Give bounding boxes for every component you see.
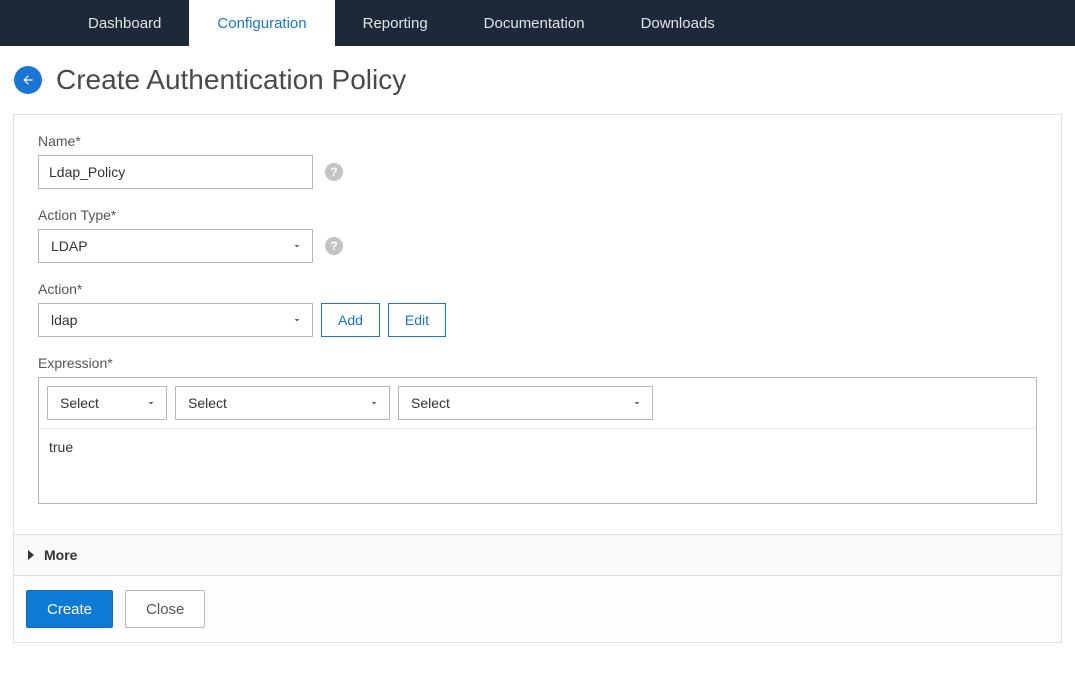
footer-bar: Create Close	[13, 576, 1062, 643]
edit-button[interactable]: Edit	[388, 303, 446, 337]
nav-downloads[interactable]: Downloads	[613, 0, 743, 46]
caret-right-icon	[28, 550, 36, 560]
more-toggle[interactable]: More	[13, 534, 1062, 576]
nav-documentation[interactable]: Documentation	[456, 0, 613, 46]
page-header: Create Authentication Policy	[0, 46, 1075, 114]
action-label: Action*	[38, 281, 1037, 297]
back-button[interactable]	[14, 66, 42, 94]
close-button[interactable]: Close	[125, 590, 205, 628]
more-label: More	[44, 547, 77, 563]
name-label: Name*	[38, 133, 1037, 149]
form-area: Name* ? Action Type* LDAP ? Action* ldap…	[13, 114, 1062, 534]
help-icon[interactable]: ?	[325, 237, 343, 255]
create-button[interactable]: Create	[26, 590, 113, 628]
expression-box: Select Select Select	[38, 377, 1037, 504]
action-type-select[interactable]: LDAP	[38, 229, 313, 263]
arrow-left-icon	[21, 73, 35, 87]
nav-dashboard[interactable]: Dashboard	[60, 0, 189, 46]
nav-reporting[interactable]: Reporting	[335, 0, 456, 46]
expression-select-2[interactable]: Select	[175, 386, 390, 420]
expression-select-3[interactable]: Select	[398, 386, 653, 420]
nav-configuration[interactable]: Configuration	[189, 0, 334, 46]
expression-label: Expression*	[38, 355, 1037, 371]
page-title: Create Authentication Policy	[56, 64, 406, 96]
expression-select-1[interactable]: Select	[47, 386, 167, 420]
add-button[interactable]: Add	[321, 303, 380, 337]
action-type-label: Action Type*	[38, 207, 1037, 223]
action-select[interactable]: ldap	[38, 303, 313, 337]
name-input[interactable]	[38, 155, 313, 189]
expression-textarea[interactable]	[39, 428, 1036, 500]
help-icon[interactable]: ?	[325, 163, 343, 181]
top-nav: Dashboard Configuration Reporting Docume…	[0, 0, 1075, 46]
